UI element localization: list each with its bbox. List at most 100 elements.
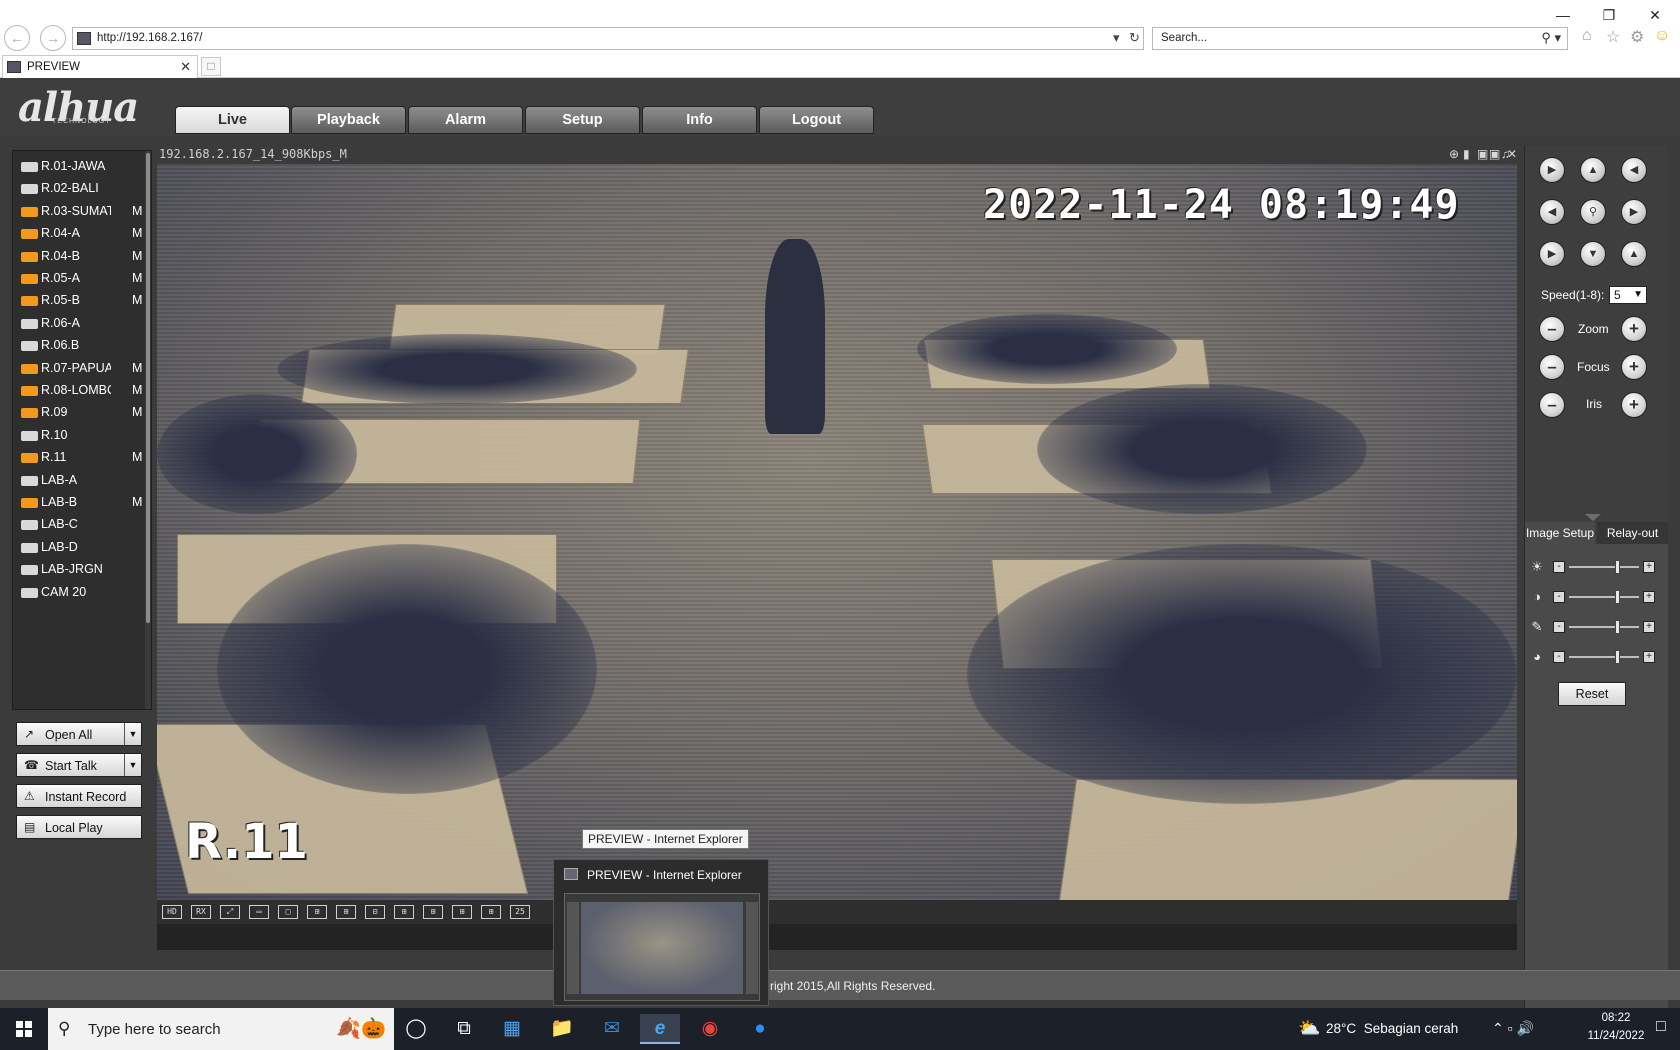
tab-close-icon[interactable]: ✕ bbox=[180, 59, 191, 75]
tab-relay-out[interactable]: Relay-out bbox=[1597, 522, 1668, 544]
split-layout-button[interactable]: RX bbox=[191, 905, 211, 919]
split-layout-button[interactable]: □ bbox=[278, 905, 298, 919]
tab-live[interactable]: Live bbox=[175, 106, 290, 134]
zoom-out-button[interactable]: – bbox=[1539, 316, 1565, 342]
weather-text[interactable]: 28°C Sebagian cerah bbox=[1326, 1021, 1458, 1036]
focus-far-button[interactable]: + bbox=[1621, 354, 1647, 380]
tab-playback[interactable]: Playback bbox=[291, 106, 406, 134]
split-layout-button[interactable]: ▭ bbox=[249, 905, 269, 919]
zoom-icon[interactable]: ● bbox=[740, 1014, 780, 1044]
slider-track[interactable] bbox=[1569, 626, 1639, 628]
split-layout-button[interactable]: HD bbox=[162, 905, 182, 919]
slider-decrease-button[interactable]: - bbox=[1553, 561, 1565, 573]
split-layout-button[interactable]: ⤢ bbox=[220, 905, 240, 919]
favorites-star-icon[interactable]: ☆ bbox=[1606, 27, 1620, 47]
start-talk-button[interactable]: ☎ Start Talk ▼ bbox=[16, 753, 142, 777]
zoom-in-button[interactable]: + bbox=[1621, 316, 1647, 342]
slider-increase-button[interactable]: + bbox=[1643, 561, 1655, 573]
open-all-dropdown-icon[interactable]: ▼ bbox=[124, 723, 141, 745]
channel-item[interactable]: R.09 M bbox=[21, 403, 149, 423]
open-all-button[interactable]: ↗ Open All ▼ bbox=[16, 722, 142, 746]
channel-item[interactable]: R.06-A bbox=[21, 314, 149, 334]
clock-date[interactable]: 11/24/2022 bbox=[1584, 1030, 1648, 1042]
ptz-down-icon[interactable]: ▼ bbox=[1580, 241, 1606, 267]
restore-icon[interactable]: ❐ bbox=[1586, 4, 1632, 26]
channel-item[interactable]: R.04-B M bbox=[21, 247, 149, 267]
channel-item[interactable]: R.06.B bbox=[21, 336, 149, 356]
start-talk-dropdown-icon[interactable]: ▼ bbox=[124, 754, 141, 776]
ptz-auto-center-icon[interactable]: ⚲ bbox=[1580, 199, 1606, 225]
tab-image-setup[interactable]: Image Setup bbox=[1525, 522, 1595, 544]
ptz-up-right-icon[interactable]: ◀ bbox=[1621, 157, 1647, 183]
channel-item[interactable]: LAB-A bbox=[21, 471, 149, 491]
record-icon[interactable]: ▮ bbox=[1463, 147, 1470, 161]
local-play-button[interactable]: ▤ Local Play bbox=[16, 815, 142, 839]
mail-icon[interactable]: ✉ bbox=[592, 1014, 632, 1044]
tab-alarm[interactable]: Alarm bbox=[408, 106, 523, 134]
slider-thumb[interactable] bbox=[1615, 620, 1620, 634]
slider-thumb[interactable] bbox=[1615, 650, 1620, 664]
split-layout-button[interactable]: 25 bbox=[510, 905, 530, 919]
channel-item[interactable]: R.10 bbox=[21, 426, 149, 446]
tab-setup[interactable]: Setup bbox=[525, 106, 640, 134]
slider-decrease-button[interactable]: - bbox=[1553, 621, 1565, 633]
split-layout-button[interactable]: ⊞ bbox=[481, 905, 501, 919]
close-icon[interactable]: ✕ bbox=[1632, 4, 1678, 26]
channel-item[interactable]: LAB-JRGN bbox=[21, 560, 149, 580]
slider-track[interactable] bbox=[1569, 596, 1639, 598]
minimize-icon[interactable]: — bbox=[1540, 4, 1586, 26]
refresh-icon[interactable]: ↻ bbox=[1129, 30, 1140, 46]
split-layout-button[interactable]: ⊞ bbox=[452, 905, 472, 919]
settings-gear-icon[interactable]: ⚙ bbox=[1630, 27, 1644, 47]
split-layout-button[interactable]: ⊞ bbox=[423, 905, 443, 919]
close-video-icon[interactable]: ✕ bbox=[1507, 147, 1517, 161]
clock-time[interactable]: 08:22 bbox=[1584, 1012, 1648, 1024]
iris-close-button[interactable]: – bbox=[1539, 392, 1565, 418]
tab-info[interactable]: Info bbox=[642, 106, 757, 134]
task-view-icon[interactable]: ⧉ bbox=[444, 1014, 484, 1044]
ptz-up-left-icon[interactable]: ▶ bbox=[1539, 157, 1565, 183]
search-icon[interactable]: ⚲ ▾ bbox=[1541, 30, 1561, 46]
channel-item[interactable]: R.03-SUMAT M bbox=[21, 202, 149, 222]
slider-thumb[interactable] bbox=[1615, 590, 1620, 604]
channel-item[interactable]: R.01-JAWA bbox=[21, 157, 149, 177]
store-icon[interactable]: ▦ bbox=[492, 1014, 532, 1044]
channel-item[interactable]: R.07-PAPUA M bbox=[21, 359, 149, 379]
address-dropdown-icon[interactable]: ▾ bbox=[1113, 30, 1120, 46]
slider-increase-button[interactable]: + bbox=[1643, 621, 1655, 633]
weather-icon[interactable]: ⛅ bbox=[1298, 1018, 1320, 1039]
channel-item[interactable]: R.11 M bbox=[21, 448, 149, 468]
cortana-icon[interactable]: ◯ bbox=[396, 1014, 436, 1044]
slider-increase-button[interactable]: + bbox=[1643, 651, 1655, 663]
slider-increase-button[interactable]: + bbox=[1643, 591, 1655, 603]
home-icon[interactable]: ⌂ bbox=[1582, 27, 1592, 45]
channel-item[interactable]: R.05-B M bbox=[21, 291, 149, 311]
zoom-in-icon[interactable]: ⊕ bbox=[1449, 147, 1459, 161]
split-layout-button[interactable]: ⊟ bbox=[365, 905, 385, 919]
instant-record-button[interactable]: ⚠ Instant Record bbox=[16, 784, 142, 808]
snapshot-icon[interactable]: ▣ bbox=[1477, 147, 1488, 161]
channel-item[interactable]: CAM 20 bbox=[21, 583, 149, 603]
feedback-smiley-icon[interactable]: ☺ bbox=[1654, 27, 1670, 45]
channel-item[interactable]: LAB-C bbox=[21, 515, 149, 535]
taskbar-search-box[interactable]: ⚲ Type here to search 🍂🎃 bbox=[48, 1008, 394, 1050]
split-layout-button[interactable]: ⊞ bbox=[307, 905, 327, 919]
slider-thumb[interactable] bbox=[1615, 560, 1620, 574]
notification-icon[interactable]: □ bbox=[1656, 1018, 1666, 1036]
slider-track[interactable] bbox=[1569, 656, 1639, 658]
slider-track[interactable] bbox=[1569, 566, 1639, 568]
system-tray-icons[interactable]: ⌃ ▫ 🔊 bbox=[1492, 1020, 1534, 1037]
iris-open-button[interactable]: + bbox=[1621, 392, 1647, 418]
tab-logout[interactable]: Logout bbox=[759, 106, 874, 134]
snapshot2-icon[interactable]: ▣ bbox=[1489, 147, 1500, 161]
browser-tab-preview[interactable]: PREVIEW ✕ bbox=[2, 55, 198, 78]
live-video-feed[interactable]: 2022-11-24 08:19:49 R.11 bbox=[157, 164, 1517, 900]
channel-item[interactable]: R.05-A M bbox=[21, 269, 149, 289]
channel-item[interactable]: R.04-A M bbox=[21, 224, 149, 244]
channel-list-scrollbar[interactable] bbox=[145, 151, 151, 709]
ptz-down-left-icon[interactable]: ▶ bbox=[1539, 241, 1565, 267]
back-button[interactable]: ← bbox=[4, 25, 30, 51]
slider-decrease-button[interactable]: - bbox=[1553, 591, 1565, 603]
speed-select[interactable]: 5 ▼ bbox=[1609, 286, 1647, 304]
channel-item[interactable]: R.02-BALI bbox=[21, 179, 149, 199]
